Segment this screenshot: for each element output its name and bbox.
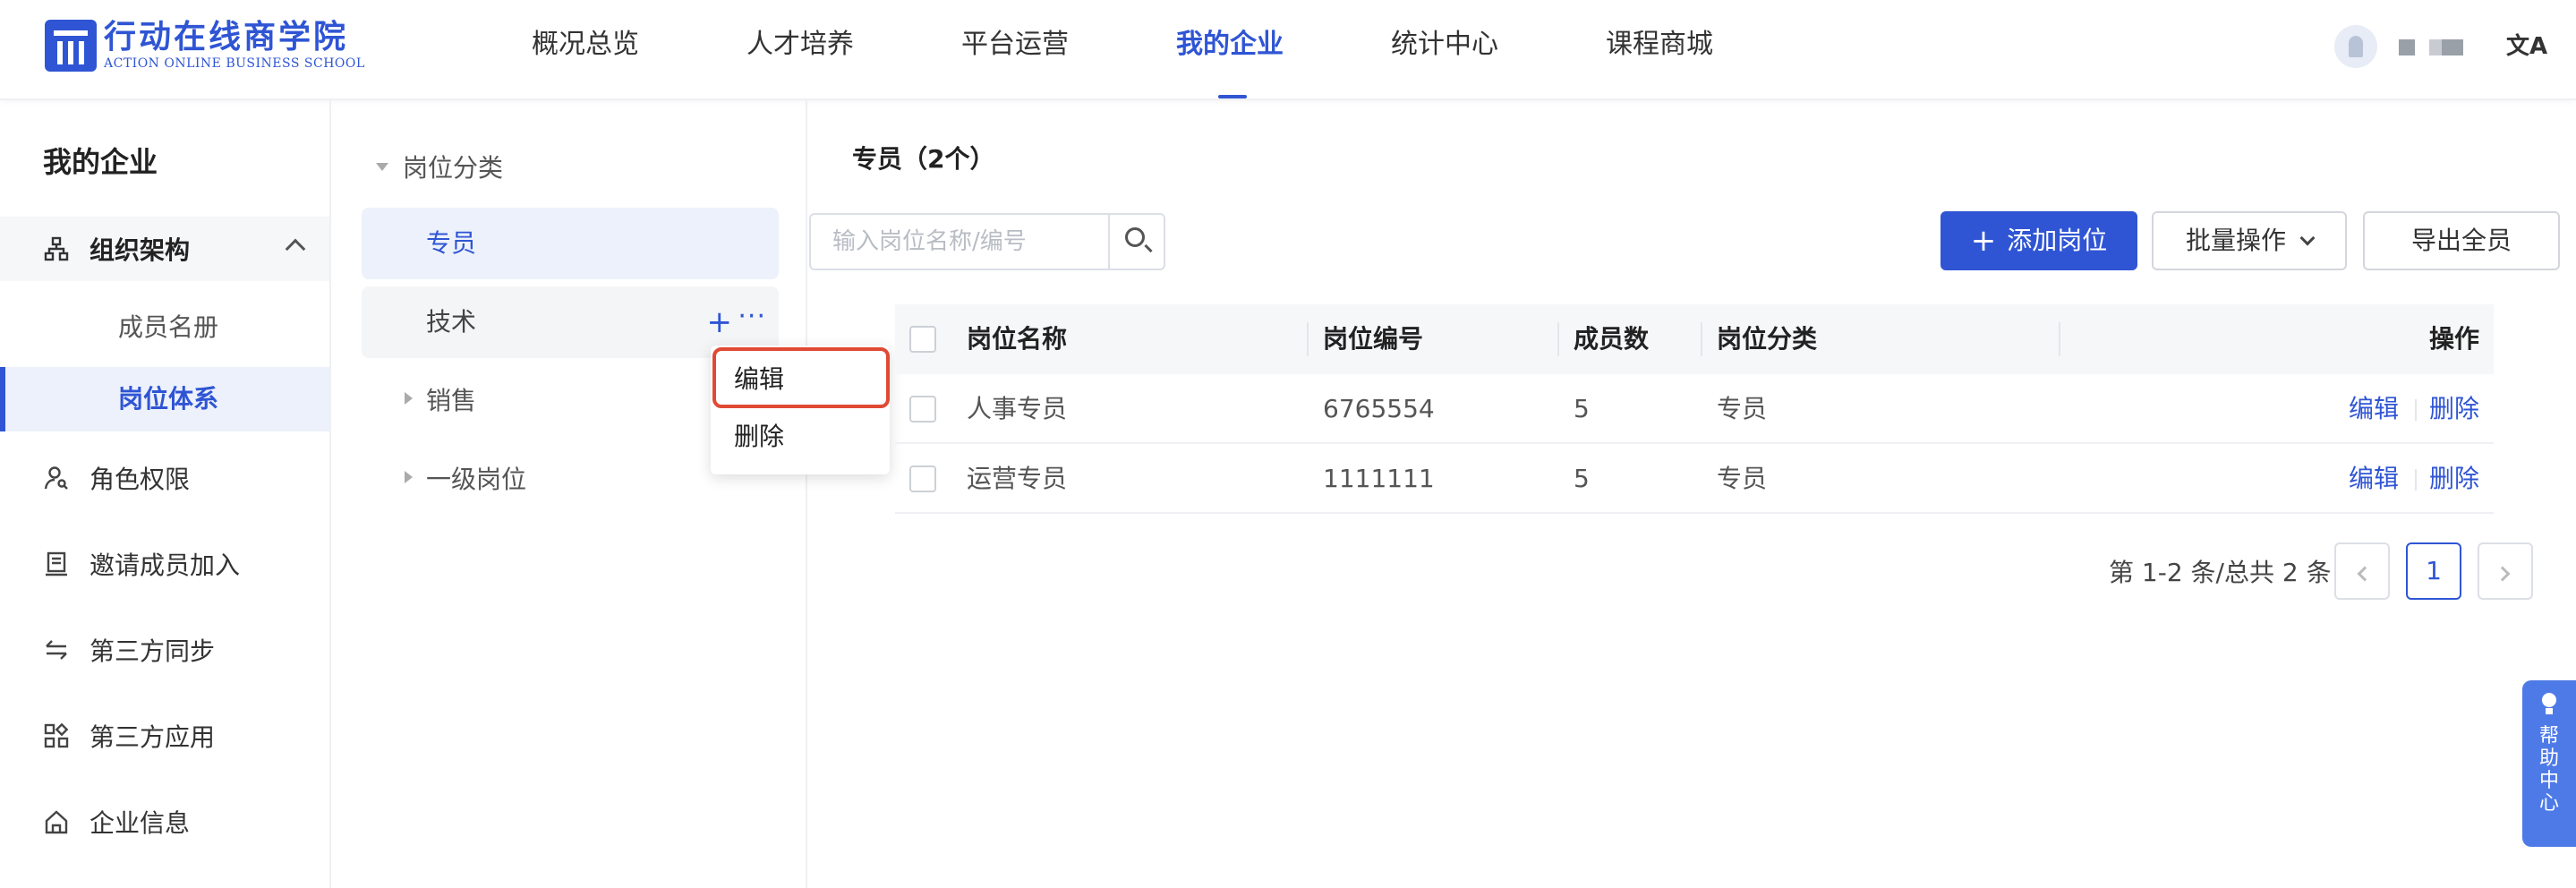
nav-statistics[interactable]: 统计中心 bbox=[1391, 27, 1498, 63]
caret-right-icon[interactable] bbox=[405, 471, 413, 483]
sidebar-item-members[interactable]: 成员名册 bbox=[0, 295, 329, 360]
cell-count: 5 bbox=[1574, 394, 1590, 423]
table-row: 人事专员 6765554 5 专员 编辑 删除 bbox=[895, 374, 2494, 444]
col-header-category: 岗位分类 bbox=[1717, 324, 1818, 354]
help-center-button[interactable]: 帮助中心 bbox=[2522, 680, 2576, 847]
nav-active-indicator bbox=[1218, 95, 1247, 98]
caret-right-icon[interactable] bbox=[405, 392, 413, 405]
sidebar-title: 我的企业 bbox=[43, 145, 158, 179]
next-page-button[interactable] bbox=[2478, 542, 2533, 600]
pagination-summary: 第 1-2 条/总共 2 条 bbox=[2109, 558, 2332, 587]
col-header-name: 岗位名称 bbox=[967, 324, 1068, 354]
search-button[interactable] bbox=[1108, 215, 1164, 269]
home-icon bbox=[43, 808, 70, 835]
table-row: 运营专员 1111111 5 专员 编辑 删除 bbox=[895, 444, 2494, 514]
position-category-tree: 岗位分类 专员 技术 + ··· 销售 一级岗位 bbox=[333, 100, 807, 888]
tree-root-label: 岗位分类 bbox=[403, 153, 504, 183]
cell-code: 1111111 bbox=[1323, 464, 1435, 493]
cell-category: 专员 bbox=[1717, 464, 1768, 493]
page-title: 专员（2个） bbox=[852, 144, 995, 174]
row-edit-link[interactable]: 编辑 bbox=[2349, 444, 2399, 514]
language-icon[interactable]: 文A bbox=[2506, 30, 2547, 63]
nav-talent[interactable]: 人才培养 bbox=[746, 27, 854, 63]
tree-node-label: 一级岗位 bbox=[426, 465, 527, 494]
tree-root[interactable]: 岗位分类 bbox=[376, 149, 503, 184]
row-checkbox[interactable] bbox=[909, 396, 936, 423]
sidebar-item-company-info[interactable]: 企业信息 bbox=[0, 790, 329, 854]
logo-subtitle: ACTION ONLINE BUSINESS SCHOOL bbox=[104, 56, 365, 71]
top-header: 行动在线商学院 ACTION ONLINE BUSINESS SCHOOL 概况… bbox=[0, 0, 2576, 100]
user-avatar[interactable] bbox=[2334, 25, 2377, 68]
row-checkbox[interactable] bbox=[909, 465, 936, 492]
edit-highlight-box bbox=[712, 347, 890, 408]
search-input[interactable] bbox=[811, 215, 1110, 269]
sidebar: 我的企业 组织架构 成员名册 岗位体系 角色权限 邀请成员加入 第三方同步 第三… bbox=[0, 100, 331, 888]
logo-title: 行动在线商学院 bbox=[104, 19, 349, 56]
batch-operation-button[interactable]: 批量操作 bbox=[2152, 211, 2347, 270]
nav-overview[interactable]: 概况总览 bbox=[532, 27, 639, 63]
caret-down-icon bbox=[376, 162, 388, 171]
search-box bbox=[809, 213, 1165, 270]
tree-node-specialist[interactable]: 专员 bbox=[362, 208, 779, 279]
add-position-button[interactable]: + 添加岗位 bbox=[1941, 211, 2137, 270]
table-header: 岗位名称 岗位编号 成员数 岗位分类 操作 bbox=[895, 304, 2494, 374]
plus-icon: + bbox=[1970, 223, 1997, 259]
prev-page-button[interactable] bbox=[2334, 542, 2390, 600]
sync-arrows-icon bbox=[43, 636, 70, 663]
chevron-right-icon bbox=[2495, 566, 2511, 582]
export-all-label: 导出全员 bbox=[2410, 226, 2512, 255]
sidebar-item-label: 企业信息 bbox=[90, 808, 191, 838]
chevron-left-icon bbox=[2357, 566, 2373, 582]
sidebar-item-label: 邀请成员加入 bbox=[90, 551, 241, 580]
user-key-icon bbox=[43, 465, 70, 491]
org-structure-icon bbox=[43, 235, 70, 262]
row-delete-link[interactable]: 删除 bbox=[2429, 374, 2479, 444]
search-icon bbox=[1125, 227, 1145, 247]
sidebar-item-label: 第三方同步 bbox=[90, 636, 216, 666]
sidebar-item-invite[interactable]: 邀请成员加入 bbox=[0, 532, 329, 596]
chevron-down-icon bbox=[2299, 230, 2316, 246]
cell-name: 运营专员 bbox=[967, 464, 1068, 493]
sidebar-item-roles[interactable]: 角色权限 bbox=[0, 446, 329, 510]
col-header-count: 成员数 bbox=[1574, 324, 1650, 354]
logo-icon bbox=[45, 20, 97, 72]
sidebar-item-label: 第三方应用 bbox=[90, 722, 216, 752]
batch-operation-label: 批量操作 bbox=[2185, 226, 2286, 255]
cell-code: 6765554 bbox=[1323, 394, 1435, 423]
chevron-up-icon bbox=[285, 238, 306, 260]
sidebar-item-label: 角色权限 bbox=[90, 465, 191, 494]
tree-node-label: 专员 bbox=[426, 228, 477, 258]
sidebar-item-third-party-sync[interactable]: 第三方同步 bbox=[0, 618, 329, 682]
apps-grid-icon bbox=[43, 722, 70, 749]
lightbulb-icon bbox=[2539, 693, 2559, 716]
row-edit-link[interactable]: 编辑 bbox=[2349, 374, 2399, 444]
help-center-label: 帮助中心 bbox=[2538, 725, 2559, 815]
invite-doc-icon bbox=[43, 551, 70, 577]
add-position-label: 添加岗位 bbox=[2007, 226, 2108, 255]
sidebar-group-org[interactable]: 组织架构 bbox=[0, 217, 329, 281]
export-all-button[interactable]: 导出全员 bbox=[2363, 211, 2560, 270]
sidebar-group-label: 组织架构 bbox=[90, 235, 191, 265]
col-header-code: 岗位编号 bbox=[1323, 324, 1424, 354]
col-header-actions: 操作 bbox=[2428, 324, 2479, 354]
nav-my-enterprise[interactable]: 我的企业 bbox=[1176, 27, 1284, 63]
cell-category: 专员 bbox=[1717, 394, 1768, 423]
row-delete-link[interactable]: 删除 bbox=[2429, 444, 2479, 514]
tree-node-label: 销售 bbox=[426, 386, 477, 415]
menu-item-delete[interactable]: 删除 bbox=[711, 408, 890, 465]
select-all-checkbox[interactable] bbox=[909, 326, 936, 353]
logo[interactable]: 行动在线商学院 ACTION ONLINE BUSINESS SCHOOL bbox=[45, 20, 365, 72]
tree-node-label: 技术 bbox=[426, 307, 477, 337]
sidebar-item-positions[interactable]: 岗位体系 bbox=[0, 367, 329, 431]
sidebar-item-third-party-apps[interactable]: 第三方应用 bbox=[0, 704, 329, 768]
nav-operations[interactable]: 平台运营 bbox=[961, 27, 1069, 63]
page-button-current[interactable]: 1 bbox=[2406, 542, 2461, 600]
more-icon[interactable]: ··· bbox=[738, 281, 766, 353]
nav-course-mall[interactable]: 课程商城 bbox=[1606, 27, 1713, 63]
cell-count: 5 bbox=[1574, 464, 1590, 493]
cell-name: 人事专员 bbox=[967, 394, 1068, 423]
